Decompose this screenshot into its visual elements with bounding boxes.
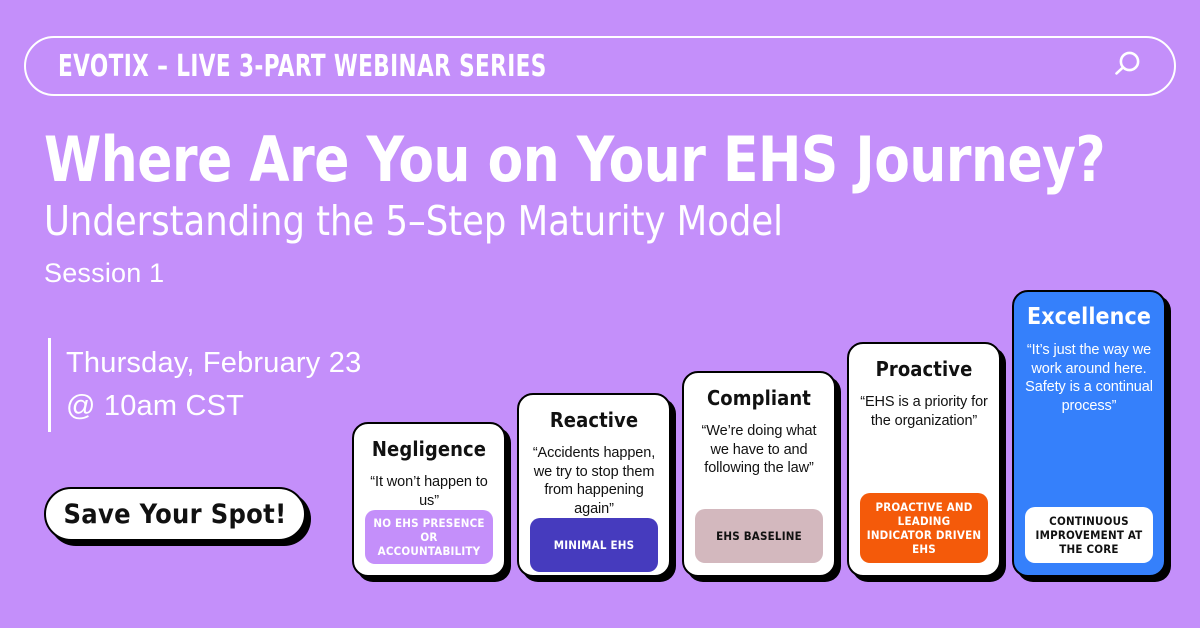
- maturity-card-compliant: Compliant “We’re doing what we have to an…: [682, 371, 841, 582]
- card-body: Reactive “Accidents happen, we try to sto…: [517, 393, 671, 577]
- card-badge: PROACTIVE AND LEADING INDICATOR DRIVEN E…: [860, 493, 988, 563]
- card-badge: EHS BASELINE: [695, 509, 823, 563]
- page-subtitle: Understanding the 5–Step Maturity Model: [44, 197, 784, 245]
- card-body: Proactive “EHS is a priority for the orga…: [847, 342, 1001, 577]
- save-your-spot-cta[interactable]: Save Your Spot!: [44, 487, 311, 546]
- event-datetime: Thursday, February 23 @ 10am CST: [48, 338, 361, 432]
- card-badge: MINIMAL EHS: [530, 518, 658, 572]
- card-body: Excellence “It’s just the way we work aro…: [1012, 290, 1166, 577]
- card-title: Excellence: [1026, 304, 1152, 330]
- card-body: Negligence “It won’t happen to us” NO EHS …: [352, 422, 506, 577]
- event-time: @ 10am CST: [66, 390, 245, 422]
- maturity-card-reactive: Reactive “Accidents happen, we try to sto…: [517, 393, 676, 582]
- card-title: Proactive: [875, 357, 973, 381]
- card-quote: “We’re doing what we have to and followi…: [701, 423, 817, 476]
- card-body: Compliant “We’re doing what we have to an…: [682, 371, 836, 577]
- search-icon[interactable]: [1106, 46, 1146, 86]
- session-label: Session 1: [44, 258, 165, 288]
- maturity-card-negligence: Negligence “It won’t happen to us” NO EHS …: [352, 422, 511, 582]
- series-ribbon: EVOTIX – LIVE 3-PART WEBINAR SERIES: [24, 36, 1176, 96]
- page-title: Where Are You on Your EHS Journey?: [44, 123, 1106, 196]
- promo-banner: EVOTIX – LIVE 3-PART WEBINAR SERIES Wher…: [0, 0, 1200, 628]
- card-badge: NO EHS PRESENCE OR ACCOUNTABILITY: [365, 510, 493, 564]
- save-your-spot-button[interactable]: Save Your Spot!: [44, 487, 306, 541]
- card-title: Compliant: [707, 386, 811, 410]
- card-title: Negligence: [371, 437, 487, 461]
- maturity-card-excellence: Excellence “It’s just the way we work aro…: [1012, 290, 1171, 582]
- event-date: Thursday, February 23: [66, 347, 362, 379]
- card-title: Reactive: [549, 408, 639, 432]
- card-quote: “It’s just the way we work around here. …: [1025, 342, 1153, 414]
- maturity-model-staircase: Negligence “It won’t happen to us” NO EHS …: [352, 285, 1182, 582]
- maturity-card-proactive: Proactive “EHS is a priority for the orga…: [847, 342, 1006, 582]
- card-quote: “It won’t happen to us”: [370, 474, 488, 509]
- series-ribbon-title: EVOTIX – LIVE 3-PART WEBINAR SERIES: [58, 48, 547, 84]
- card-quote: “EHS is a priority for the organization”: [860, 394, 988, 429]
- card-badge: CONTINUOUS IMPROVEMENT AT THE CORE: [1025, 507, 1153, 563]
- card-quote: “Accidents happen, we try to stop them f…: [532, 445, 656, 517]
